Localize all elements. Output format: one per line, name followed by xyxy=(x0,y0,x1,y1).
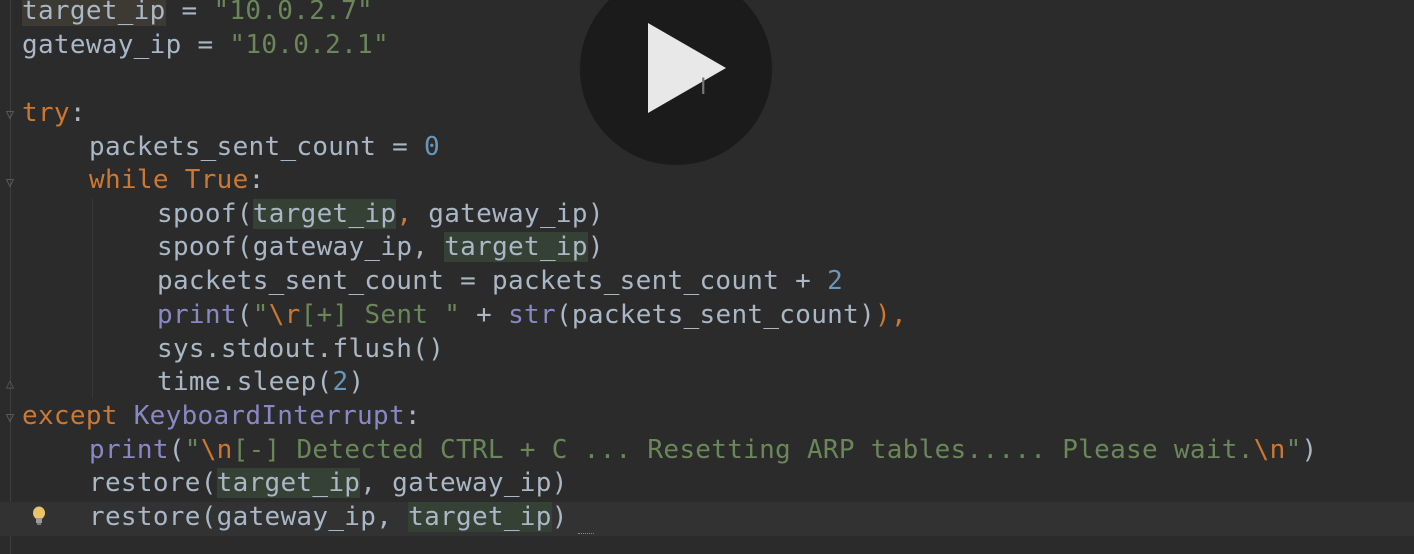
escape-sequence: \n xyxy=(1253,435,1286,465)
fold-end-icon[interactable]: △ xyxy=(3,377,17,391)
code-line[interactable]: spoof(target_ip, gateway_ip) xyxy=(157,199,604,233)
fold-icon[interactable]: ▽ xyxy=(3,108,17,122)
keyword: while xyxy=(89,165,169,195)
code-line[interactable]: target_ip = "10.0.2.7" xyxy=(22,0,373,30)
code-line[interactable]: sys.stdout.flush() xyxy=(157,334,444,368)
current-code-line[interactable]: restore(gateway_ip, target_ip) xyxy=(0,502,1414,536)
string-literal: " xyxy=(184,435,201,465)
exception-class: KeyboardInterrupt xyxy=(133,401,405,431)
variable: target_ip xyxy=(22,0,166,26)
number-literal: 2 xyxy=(827,266,844,296)
separator: , xyxy=(376,502,409,532)
argument: packets_sent_count xyxy=(571,300,860,330)
code-line[interactable]: packets_sent_count = packets_sent_count … xyxy=(157,266,843,300)
operator: = xyxy=(165,0,214,26)
number-literal: 2 xyxy=(332,367,349,397)
separator: , xyxy=(412,232,445,262)
escape-sequence: \r xyxy=(268,300,301,330)
fold-icon[interactable]: ▽ xyxy=(3,411,17,425)
argument: target_ip xyxy=(216,468,361,498)
builtin-function: print xyxy=(89,435,169,465)
variable: gateway_ip xyxy=(22,30,182,60)
string-literal: " xyxy=(252,300,269,330)
argument: gateway_ip xyxy=(252,232,413,262)
warning-squiggle xyxy=(578,530,594,534)
fold-icon[interactable]: ▽ xyxy=(3,176,17,190)
argument: target_ip xyxy=(408,502,552,532)
function-call: spoof xyxy=(157,199,237,229)
punctuation: : xyxy=(248,165,265,195)
statement: sys.stdout.flush() xyxy=(157,334,445,364)
string-literal: "10.0.2.7" xyxy=(213,0,374,26)
argument: target_ip xyxy=(444,232,588,262)
play-icon xyxy=(648,23,726,113)
gutter xyxy=(10,0,11,554)
builtin-function: str xyxy=(508,300,556,330)
code-line[interactable]: time.sleep(2) xyxy=(157,367,364,401)
punctuation: ), xyxy=(875,300,907,330)
variable: packets_sent_count xyxy=(157,266,445,296)
separator: , xyxy=(396,199,429,229)
string-literal: " xyxy=(1285,435,1302,465)
text-cursor-icon: I xyxy=(700,75,707,100)
keyword: try xyxy=(22,98,70,128)
operator: = xyxy=(376,132,425,162)
code-line[interactable]: print("\n[-] Detected CTRL + C ... Reset… xyxy=(89,435,1318,469)
argument: gateway_ip xyxy=(428,199,588,229)
punctuation: : xyxy=(404,401,421,431)
argument: gateway_ip xyxy=(216,502,377,532)
code-line[interactable]: spoof(gateway_ip, target_ip) xyxy=(157,232,604,266)
argument: gateway_ip xyxy=(392,468,552,498)
operator: = xyxy=(444,266,493,296)
number-literal: 0 xyxy=(424,132,441,162)
function-call: restore xyxy=(89,502,201,532)
keyword: True xyxy=(184,165,249,195)
code-line[interactable]: while True: xyxy=(89,165,265,199)
separator: , xyxy=(360,468,393,498)
code-line[interactable]: restore(target_ip, gateway_ip) xyxy=(89,468,568,502)
lightbulb-icon[interactable] xyxy=(30,505,48,527)
code-line[interactable]: print("\r[+] Sent " + str(packets_sent_c… xyxy=(157,300,907,334)
keyword: except xyxy=(22,401,118,431)
function-call: spoof xyxy=(157,232,237,262)
operator: + xyxy=(460,300,509,330)
indent-guide xyxy=(92,198,93,398)
code-line[interactable]: packets_sent_count = 0 xyxy=(89,132,440,166)
code-line[interactable]: except KeyboardInterrupt: xyxy=(22,401,421,435)
expression: packets_sent_count + xyxy=(492,266,828,296)
string-literal: [-] Detected CTRL + C ... Resetting ARP … xyxy=(232,435,1254,465)
argument: target_ip xyxy=(252,199,397,229)
code-line[interactable]: try: xyxy=(22,98,86,132)
function-call: restore xyxy=(89,468,201,498)
punctuation: : xyxy=(69,98,86,128)
builtin-function: print xyxy=(157,300,237,330)
operator: = xyxy=(181,30,230,60)
string-literal: "10.0.2.1" xyxy=(229,30,389,60)
escape-sequence: \n xyxy=(200,435,233,465)
code-line[interactable]: gateway_ip = "10.0.2.1" xyxy=(22,30,389,64)
variable: packets_sent_count xyxy=(89,132,377,162)
function-call: time.sleep xyxy=(157,367,317,397)
string-literal: [+] Sent " xyxy=(300,300,461,330)
